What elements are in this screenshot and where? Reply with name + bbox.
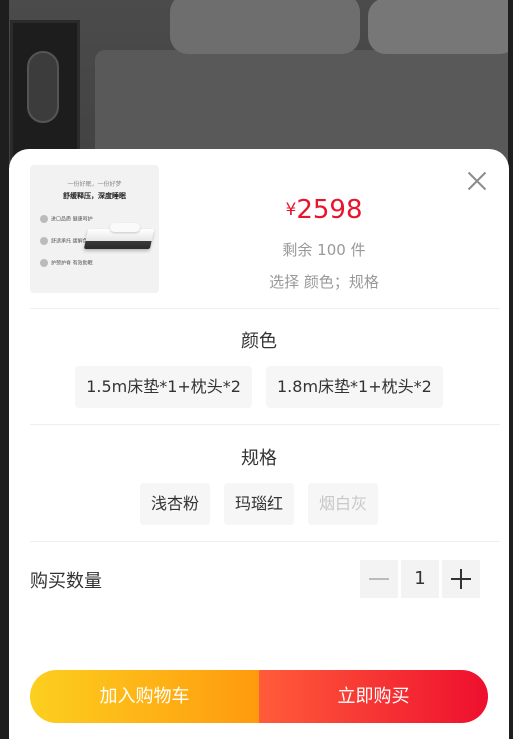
wall-frame bbox=[10, 20, 80, 160]
spec-option-disabled: 烟白灰 bbox=[308, 483, 379, 525]
feature-icon bbox=[40, 259, 48, 267]
thumbnail-headline: 舒缓释压，深度睡眠 bbox=[63, 192, 126, 200]
quantity-label: 购买数量 bbox=[30, 571, 102, 592]
spec-options: 浅杏粉 玛瑙红 烟白灰 bbox=[9, 483, 509, 525]
left-edge bbox=[0, 0, 9, 739]
thumbnail-tagline: 一份好眠，一份好梦 bbox=[67, 181, 122, 188]
currency-symbol: ¥ bbox=[285, 200, 297, 220]
action-bar: 加入购物车 立即购买 bbox=[30, 670, 488, 723]
product-thumbnail: 一份好眠，一份好梦 舒缓释压，深度睡眠 进口品质 健康呵护 舒适承托 缓解负担 … bbox=[30, 165, 159, 293]
product-price: ¥2598 bbox=[159, 195, 489, 225]
pillow-image bbox=[110, 223, 140, 232]
price-value: 2598 bbox=[296, 195, 363, 225]
buy-now-button[interactable]: 立即购买 bbox=[259, 670, 488, 723]
color-option[interactable]: 1.8m床垫*1+枕头*2 bbox=[266, 366, 443, 408]
wall-art bbox=[27, 51, 59, 123]
stock-text: 剩余 100 件 bbox=[282, 241, 366, 259]
spec-option[interactable]: 玛瑙红 bbox=[223, 483, 294, 525]
spec-option[interactable]: 浅杏粉 bbox=[139, 483, 210, 525]
feature-icon bbox=[40, 215, 48, 223]
color-options: 1.5m床垫*1+枕头*2 1.8m床垫*1+枕头*2 bbox=[9, 366, 509, 408]
close-icon[interactable] bbox=[467, 171, 487, 191]
quantity-stepper: 1 bbox=[360, 560, 483, 598]
feature-icon bbox=[40, 237, 48, 245]
add-to-cart-button[interactable]: 加入购物车 bbox=[30, 670, 259, 723]
mattress-image bbox=[83, 229, 155, 249]
color-option[interactable]: 1.5m床垫*1+枕头*2 bbox=[75, 366, 252, 408]
divider bbox=[30, 541, 500, 542]
pillow bbox=[368, 0, 513, 54]
thumbnail-feature: 护颈护脊 有效助眠 bbox=[40, 259, 93, 268]
color-section-title: 颜色 bbox=[241, 331, 277, 352]
spec-section-title: 规格 bbox=[241, 448, 277, 469]
pillow bbox=[170, 0, 360, 54]
divider bbox=[30, 424, 500, 425]
selected-hint: 选择 颜色；规格 bbox=[269, 273, 379, 291]
quantity-input[interactable]: 1 bbox=[401, 560, 439, 598]
sku-popup: 一份好眠，一份好梦 舒缓释压，深度睡眠 进口品质 健康呵护 舒适承托 缓解负担 … bbox=[9, 149, 509, 739]
plus-icon[interactable] bbox=[442, 560, 480, 598]
minus-icon[interactable] bbox=[360, 560, 398, 598]
divider bbox=[30, 308, 500, 309]
thumbnail-feature: 进口品质 健康呵护 bbox=[40, 215, 93, 224]
